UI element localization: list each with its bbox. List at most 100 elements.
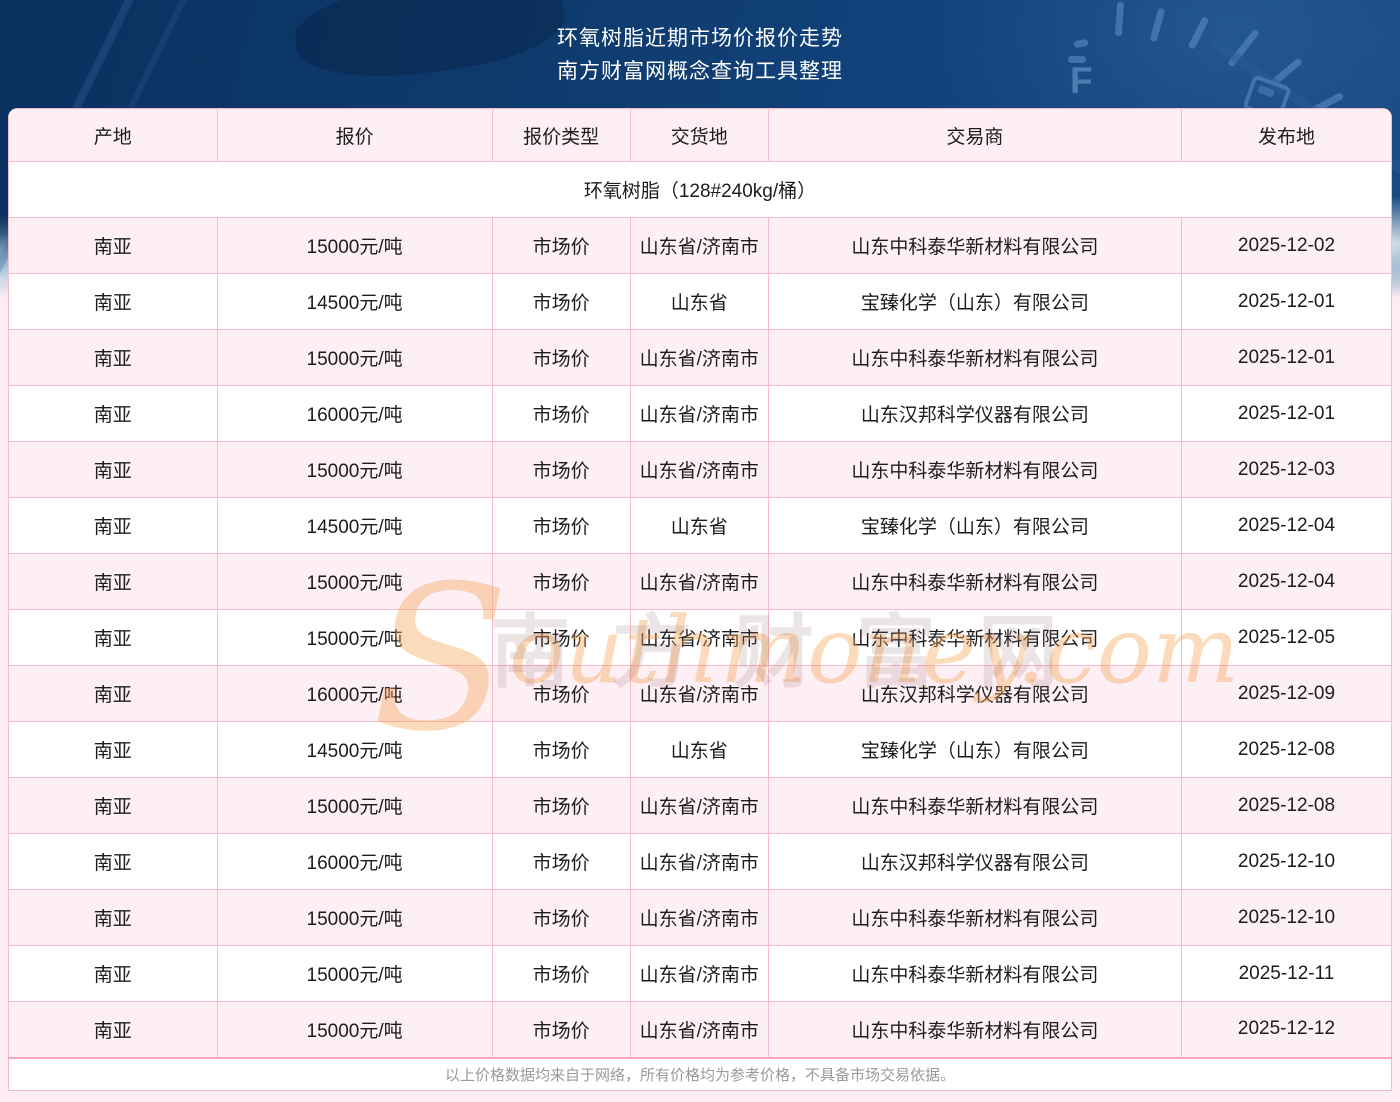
cell-trader: 山东中科泰华新材料有限公司 [767, 217, 1182, 274]
cell-date: 2025-12-04 [1180, 553, 1392, 610]
page-root: { "page_title": { "line1": "环氧树脂近期市场价报价走… [0, 0, 1400, 1102]
cell-origin: 南亚 [8, 721, 218, 778]
cell-trader: 山东中科泰华新材料有限公司 [767, 945, 1182, 1002]
cell-trader: 山东中科泰华新材料有限公司 [767, 1001, 1182, 1058]
footer-note-row: 以上价格数据均来自于网络，所有价格均为参考价格，不具备市场交易依据。 [8, 1056, 1392, 1091]
cell-origin: 南亚 [8, 665, 218, 722]
cell-trader: 山东汉邦科学仪器有限公司 [767, 385, 1182, 442]
cell-price: 15000元/吨 [216, 329, 493, 386]
table-row: 南亚 15000元/吨 市场价 山东省/济南市 山东中科泰华新材料有限公司 2025-12… [8, 329, 1392, 386]
table-row: 南亚 15000元/吨 市场价 山东省/济南市 山东中科泰华新材料有限公司 2025-12… [8, 441, 1392, 498]
footer-note: 以上价格数据均来自于网络，所有价格均为参考价格，不具备市场交易依据。 [8, 1056, 1392, 1091]
cell-price_type: 市场价 [491, 1001, 631, 1058]
column-header: 产地 [8, 108, 218, 162]
cell-price: 14500元/吨 [216, 273, 493, 330]
product-group-row: 环氧树脂（128#240kg/桶） [8, 161, 1392, 218]
cell-origin: 南亚 [8, 497, 218, 554]
table-row: 南亚 15000元/吨 市场价 山东省/济南市 山东中科泰华新材料有限公司 2025-12… [8, 1001, 1392, 1058]
cell-trader: 宝臻化学（山东）有限公司 [767, 721, 1182, 778]
table-row: 南亚 16000元/吨 市场价 山东省/济南市 山东汉邦科学仪器有限公司 2025-12-… [8, 665, 1392, 722]
cell-price_type: 市场价 [491, 889, 631, 946]
cell-date: 2025-12-11 [1180, 945, 1392, 1002]
cell-delivery: 山东省/济南市 [629, 553, 769, 610]
column-header: 交易商 [767, 108, 1182, 162]
cell-date: 2025-12-05 [1180, 609, 1392, 666]
cell-price: 15000元/吨 [216, 945, 493, 1002]
cell-trader: 山东中科泰华新材料有限公司 [767, 329, 1182, 386]
cell-price: 14500元/吨 [216, 721, 493, 778]
column-header: 发布地 [1180, 108, 1392, 162]
cell-price_type: 市场价 [491, 553, 631, 610]
cell-origin: 南亚 [8, 385, 218, 442]
cell-delivery: 山东省/济南市 [629, 945, 769, 1002]
cell-origin: 南亚 [8, 945, 218, 1002]
cell-trader: 宝臻化学（山东）有限公司 [767, 497, 1182, 554]
cell-delivery: 山东省/济南市 [629, 217, 769, 274]
table-row: 南亚 15000元/吨 市场价 山东省/济南市 山东中科泰华新材料有限公司 2025-12… [8, 553, 1392, 610]
table-row: 南亚 15000元/吨 市场价 山东省/济南市 山东中科泰华新材料有限公司 2025-12… [8, 777, 1392, 834]
cell-price_type: 市场价 [491, 609, 631, 666]
table-header-row: 产地 报价 报价类型 交货地 交易商 发布地 [8, 108, 1392, 162]
table-row: 南亚 16000元/吨 市场价 山东省/济南市 山东汉邦科学仪器有限公司 2025-12-… [8, 833, 1392, 890]
cell-origin: 南亚 [8, 609, 218, 666]
title-line-2: 南方财富网概念查询工具整理 [557, 60, 843, 83]
cell-price: 15000元/吨 [216, 609, 493, 666]
cell-delivery: 山东省/济南市 [629, 777, 769, 834]
cell-price: 15000元/吨 [216, 441, 493, 498]
cell-price: 14500元/吨 [216, 497, 493, 554]
cell-date: 2025-12-09 [1180, 665, 1392, 722]
cell-date: 2025-12-01 [1180, 273, 1392, 330]
cell-price_type: 市场价 [491, 777, 631, 834]
cell-origin: 南亚 [8, 1001, 218, 1058]
cell-trader: 山东中科泰华新材料有限公司 [767, 553, 1182, 610]
cell-trader: 山东汉邦科学仪器有限公司 [767, 833, 1182, 890]
table-row: 南亚 15000元/吨 市场价 山东省/济南市 山东中科泰华新材料有限公司 2025-12… [8, 889, 1392, 946]
cell-price_type: 市场价 [491, 385, 631, 442]
cell-origin: 南亚 [8, 833, 218, 890]
product-group-label: 环氧树脂（128#240kg/桶） [8, 161, 1392, 218]
cell-origin: 南亚 [8, 273, 218, 330]
cell-price_type: 市场价 [491, 217, 631, 274]
cell-price_type: 市场价 [491, 833, 631, 890]
cell-date: 2025-12-01 [1180, 329, 1392, 386]
cell-price: 16000元/吨 [216, 833, 493, 890]
cell-date: 2025-12-03 [1180, 441, 1392, 498]
cell-date: 2025-12-12 [1180, 1001, 1392, 1058]
cell-delivery: 山东省/济南市 [629, 385, 769, 442]
cell-price: 15000元/吨 [216, 777, 493, 834]
cell-price_type: 市场价 [491, 329, 631, 386]
cell-origin: 南亚 [8, 777, 218, 834]
cell-price_type: 市场价 [491, 273, 631, 330]
table-row: 南亚 16000元/吨 市场价 山东省/济南市 山东汉邦科学仪器有限公司 2025-12-… [8, 385, 1392, 442]
table-row: 南亚 14500元/吨 市场价 山东省 宝臻化学（山东）有限公司 2025-12-01 [8, 273, 1392, 330]
cell-date: 2025-12-04 [1180, 497, 1392, 554]
column-header: 报价 [216, 108, 493, 162]
table-row: 南亚 15000元/吨 市场价 山东省/济南市 山东中科泰华新材料有限公司 2025-12… [8, 217, 1392, 274]
cell-price_type: 市场价 [491, 721, 631, 778]
cell-date: 2025-12-10 [1180, 889, 1392, 946]
cell-trader: 山东汉邦科学仪器有限公司 [767, 665, 1182, 722]
cell-price: 15000元/吨 [216, 889, 493, 946]
page-title: 环氧树脂近期市场价报价走势 南方财富网概念查询工具整理 [0, 22, 1400, 88]
cell-trader: 山东中科泰华新材料有限公司 [767, 889, 1182, 946]
cell-delivery: 山东省/济南市 [629, 889, 769, 946]
column-header: 交货地 [629, 108, 769, 162]
cell-price: 15000元/吨 [216, 553, 493, 610]
cell-trader: 宝臻化学（山东）有限公司 [767, 273, 1182, 330]
cell-price: 16000元/吨 [216, 665, 493, 722]
table-row: 南亚 14500元/吨 市场价 山东省 宝臻化学（山东）有限公司 2025-12-04 [8, 497, 1392, 554]
cell-origin: 南亚 [8, 441, 218, 498]
cell-trader: 山东中科泰华新材料有限公司 [767, 441, 1182, 498]
cell-price_type: 市场价 [491, 945, 631, 1002]
cell-delivery: 山东省/济南市 [629, 1001, 769, 1058]
price-table: 产地 报价 报价类型 交货地 交易商 发布地 环氧树脂（128#240kg/桶） 南亚 15… [8, 108, 1392, 1091]
cell-delivery: 山东省/济南市 [629, 609, 769, 666]
cell-delivery: 山东省 [629, 497, 769, 554]
cell-price_type: 市场价 [491, 665, 631, 722]
cell-origin: 南亚 [8, 553, 218, 610]
price-table-card: 产地 报价 报价类型 交货地 交易商 发布地 环氧树脂（128#240kg/桶） 南亚 15… [8, 108, 1392, 1091]
cell-origin: 南亚 [8, 329, 218, 386]
table-row: 南亚 14500元/吨 市场价 山东省 宝臻化学（山东）有限公司 2025-12-08 [8, 721, 1392, 778]
table-row: 南亚 15000元/吨 市场价 山东省/济南市 山东中科泰华新材料有限公司 2025-12… [8, 609, 1392, 666]
column-header: 报价类型 [491, 108, 631, 162]
